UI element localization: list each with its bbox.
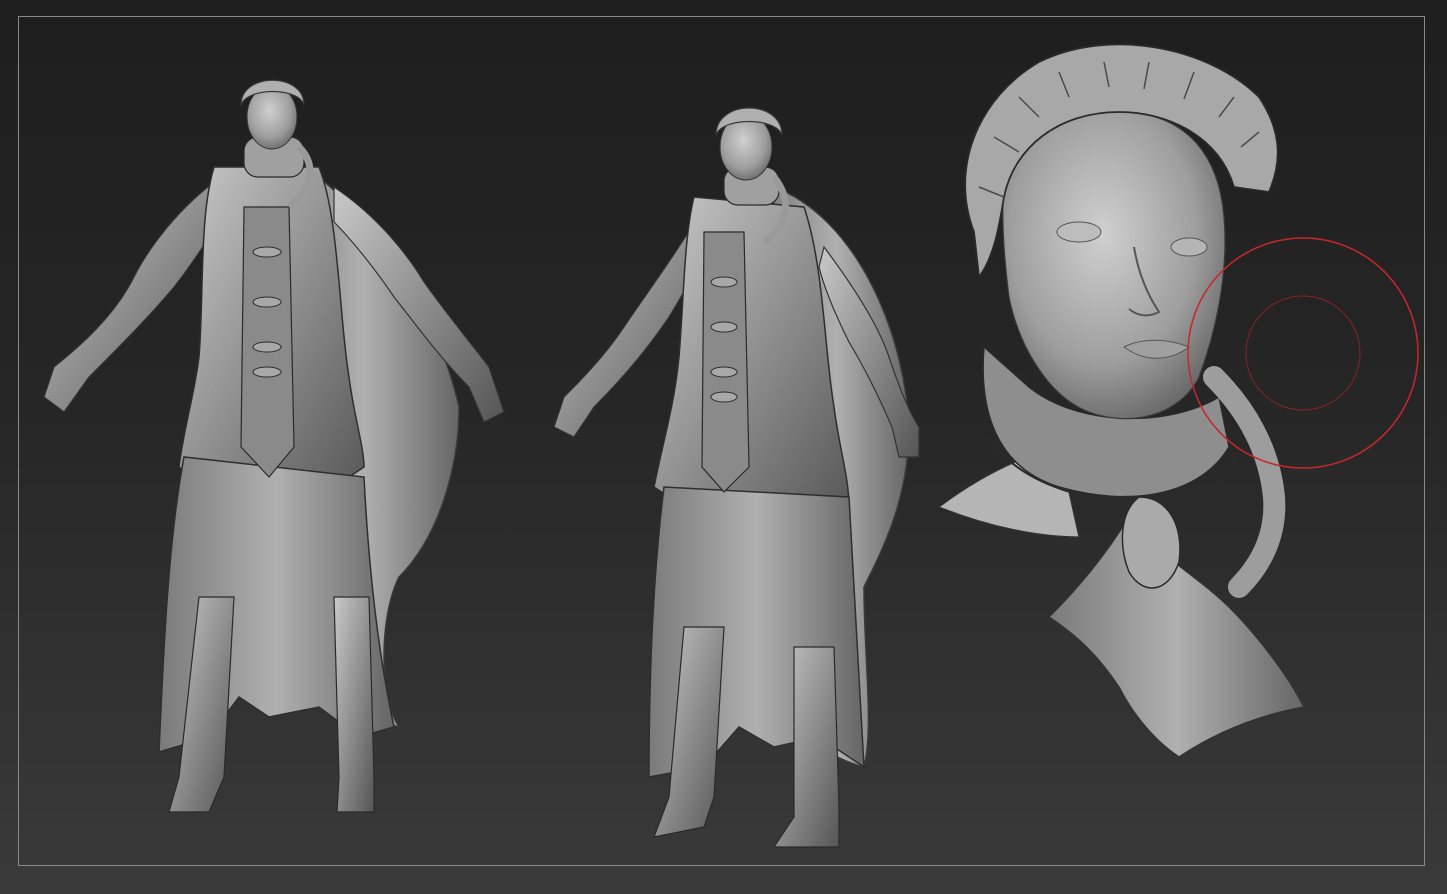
brush-focal-shift-circle-icon (1245, 295, 1361, 411)
face (1002, 110, 1226, 420)
coat-front-panel (701, 231, 750, 493)
document-canvas[interactable] (18, 16, 1425, 866)
left-arm (43, 180, 220, 413)
eye-right (1170, 237, 1208, 257)
right-boot (333, 596, 375, 813)
eye-left (1056, 221, 1102, 243)
model-figure-front[interactable] (43, 79, 505, 813)
sculpt-viewport[interactable] (0, 0, 1447, 894)
model-figure-three-quarter[interactable] (553, 107, 920, 848)
pendant (1121, 496, 1181, 589)
model-head-closeup[interactable] (937, 43, 1306, 758)
braid-hanging (1203, 366, 1286, 598)
sculpt-scene[interactable] (19, 17, 1425, 866)
